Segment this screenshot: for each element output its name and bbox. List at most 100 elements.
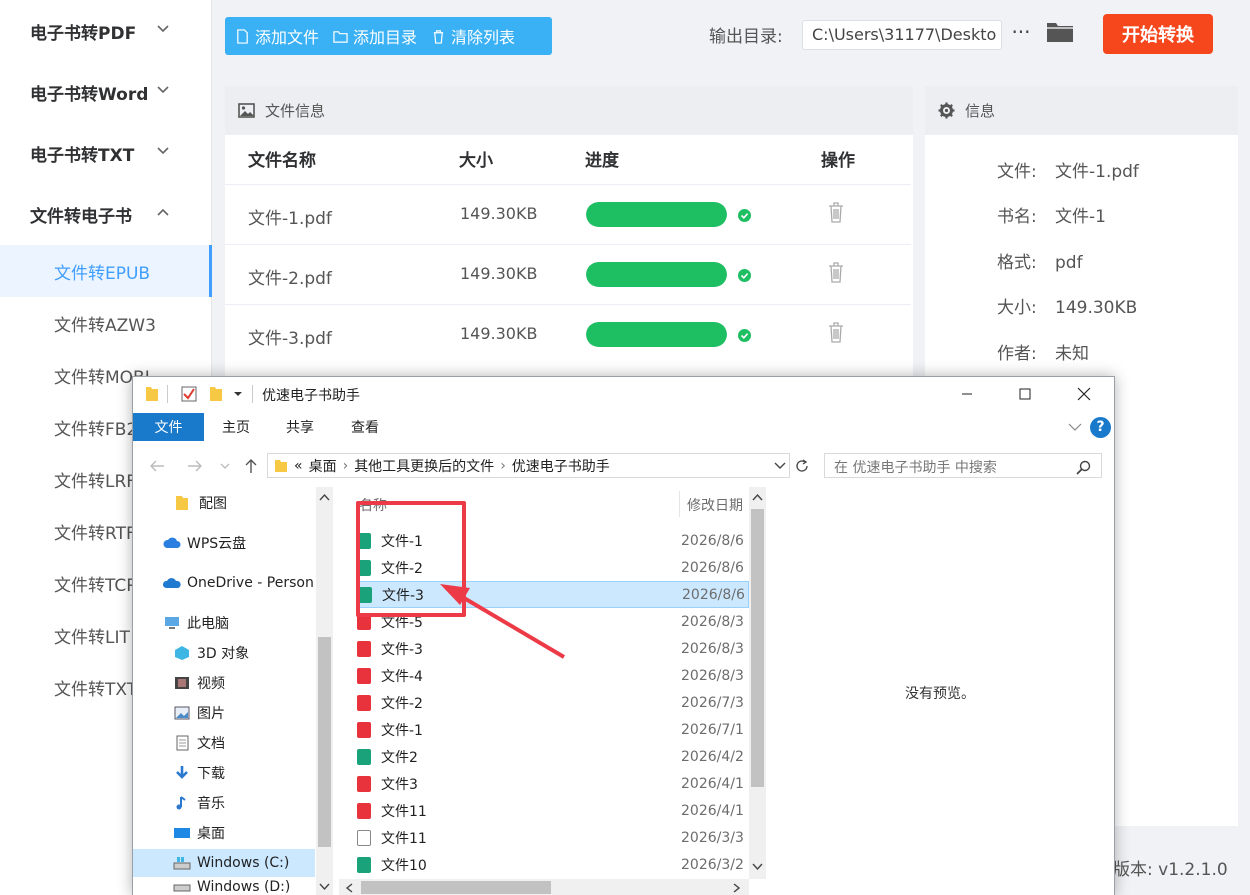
- breadcrumb-separator: ›: [342, 457, 349, 474]
- file-list-item[interactable]: 文件11 2026/3/3: [357, 824, 749, 851]
- menu-group-ebook-to-pdf[interactable]: 电子书转PDF: [0, 1, 212, 61]
- nav-item-3d-objects[interactable]: 3D 对象: [173, 639, 249, 667]
- info-key: 书名:: [997, 207, 1037, 227]
- menu-group-label: 电子书转PDF: [30, 23, 137, 44]
- help-icon[interactable]: ?: [1090, 417, 1111, 438]
- menu-group-ebook-to-word[interactable]: 电子书转Word: [0, 62, 212, 122]
- address-bar[interactable]: « 桌面 › 其他工具更换后的文件 › 优速电子书助手: [267, 453, 790, 478]
- breadcrumb-current[interactable]: 优速电子书助手: [512, 456, 610, 476]
- open-folder-icon[interactable]: [1046, 20, 1074, 44]
- search-input[interactable]: 在 优速电子书助手 中搜索: [824, 453, 1102, 478]
- nav-item-peitu[interactable]: 配图: [175, 489, 227, 517]
- up-arrow-icon[interactable]: [244, 458, 258, 474]
- sidebar-item-azw3[interactable]: 文件转AZW3: [0, 297, 212, 349]
- scroll-down-icon[interactable]: [319, 883, 330, 891]
- scroll-thumb[interactable]: [361, 881, 551, 894]
- file-list-item[interactable]: 文件-1 2026/7/1: [357, 716, 749, 743]
- table-row[interactable]: 文件-1.pdf 149.30KB: [225, 184, 911, 244]
- maximize-icon: [1019, 388, 1031, 400]
- nav-item-drive-d[interactable]: Windows (D:): [173, 879, 290, 895]
- forward-arrow-icon[interactable]: [187, 459, 203, 473]
- delete-icon[interactable]: [827, 261, 845, 283]
- maximize-button[interactable]: [1002, 381, 1048, 407]
- progress-bar: [586, 322, 727, 347]
- nav-item-videos[interactable]: 视频: [173, 669, 225, 697]
- nav-item-this-pc[interactable]: 此电脑: [163, 609, 229, 637]
- breadcrumb-other-tools[interactable]: 其他工具更换后的文件: [354, 456, 494, 476]
- nav-label: Windows (C:): [197, 855, 290, 871]
- menu-group-file-to-ebook[interactable]: 文件转电子书: [0, 184, 212, 244]
- nav-item-downloads[interactable]: 下载: [173, 759, 225, 787]
- close-button[interactable]: [1061, 381, 1107, 407]
- scroll-down-icon[interactable]: [752, 863, 763, 871]
- quick-access-dropdown-icon[interactable]: [233, 390, 243, 398]
- refresh-icon[interactable]: [794, 458, 810, 474]
- breadcrumb-overflow[interactable]: «: [294, 458, 303, 474]
- file-list-date: 2026/4/2: [681, 748, 744, 765]
- file-list-item[interactable]: 文件-2 2026/7/3: [357, 689, 749, 716]
- scroll-up-icon[interactable]: [319, 493, 330, 501]
- breadcrumb-desktop[interactable]: 桌面: [309, 456, 337, 476]
- chevron-down-icon: [157, 25, 169, 33]
- delete-icon[interactable]: [827, 201, 845, 223]
- file-list-item[interactable]: 文件11 2026/4/1: [357, 797, 749, 824]
- navigation-scrollbar[interactable]: [316, 487, 333, 895]
- nav-item-drive-c[interactable]: Windows (C:): [133, 849, 315, 877]
- menu-group-label: 电子书转TXT: [30, 145, 135, 166]
- sidebar-item-epub[interactable]: 文件转EPUB: [0, 245, 212, 297]
- info-row-size: 大小: 149.30KB: [997, 293, 1137, 318]
- nav-item-pictures[interactable]: 图片: [173, 699, 225, 727]
- browse-more-button[interactable]: ···: [1010, 20, 1032, 48]
- address-dropdown-icon[interactable]: [774, 461, 786, 471]
- start-convert-button[interactable]: 开始转换: [1103, 14, 1213, 54]
- file-list-item[interactable]: 文件3 2026/4/1: [357, 770, 749, 797]
- search-icon[interactable]: [1076, 460, 1091, 475]
- table-row[interactable]: 文件-2.pdf 149.30KB: [225, 244, 911, 304]
- trash-icon: [433, 29, 444, 44]
- file-list-scrollbar[interactable]: [749, 487, 766, 879]
- pictures-icon: [174, 706, 190, 720]
- tab-file[interactable]: 文件: [133, 413, 204, 441]
- add-directory-label: 添加目录: [353, 28, 418, 47]
- file-info-panel: 文件信息 文件名称 大小 进度 操作 文件-1.pdf 149.30KB 文件-…: [225, 86, 913, 386]
- breadcrumb-separator: ›: [500, 457, 506, 474]
- nav-item-desktop[interactable]: 桌面: [173, 819, 225, 847]
- nav-item-onedrive[interactable]: OneDrive - Person: [163, 569, 314, 597]
- add-file-button[interactable]: 添加文件: [235, 24, 319, 48]
- check-circle-icon: [738, 209, 751, 222]
- output-directory-input[interactable]: C:\Users\31177\Deskto: [802, 20, 1002, 50]
- scroll-thumb[interactable]: [318, 637, 331, 847]
- scroll-left-icon[interactable]: [345, 883, 353, 893]
- recent-locations-icon[interactable]: [220, 462, 230, 470]
- add-directory-button[interactable]: 添加目录: [333, 24, 417, 48]
- pdf-file-icon: [357, 694, 371, 711]
- info-row-title: 书名: 文件-1: [997, 202, 1106, 227]
- column-header-date[interactable]: 修改日期: [687, 495, 743, 515]
- scroll-thumb[interactable]: [751, 509, 764, 787]
- chevron-down-icon[interactable]: [1068, 422, 1082, 432]
- scroll-up-icon[interactable]: [752, 493, 763, 501]
- file-list-item[interactable]: 文件2 2026/4/2: [357, 743, 749, 770]
- clear-list-button[interactable]: 清除列表: [431, 24, 515, 48]
- info-key: 文件:: [997, 162, 1037, 182]
- nav-item-wps-cloud[interactable]: WPS云盘: [163, 529, 246, 557]
- properties-icon[interactable]: [181, 386, 197, 402]
- 3d-objects-icon: [175, 646, 189, 660]
- table-row[interactable]: 文件-3.pdf 149.30KB: [225, 304, 911, 364]
- tab-home[interactable]: 主页: [206, 413, 266, 441]
- file-list-item[interactable]: 文件10 2026/3/2: [357, 851, 749, 878]
- menu-group-ebook-to-txt[interactable]: 电子书转TXT: [0, 123, 212, 183]
- tab-share[interactable]: 共享: [270, 413, 330, 441]
- minimize-button[interactable]: [944, 381, 990, 407]
- scroll-right-icon[interactable]: [733, 883, 741, 893]
- nav-label: 桌面: [197, 826, 225, 842]
- clear-list-label: 清除列表: [451, 28, 516, 47]
- file-list-date: 2026/8/6: [681, 559, 744, 576]
- back-arrow-icon[interactable]: [149, 459, 165, 473]
- file-list-horizontal-scrollbar[interactable]: [339, 879, 749, 895]
- delete-icon[interactable]: [827, 321, 845, 343]
- nav-item-documents[interactable]: 文档: [173, 729, 225, 757]
- nav-item-music[interactable]: 音乐: [173, 789, 225, 817]
- tab-view[interactable]: 查看: [335, 413, 395, 441]
- new-folder-icon[interactable]: [209, 386, 223, 402]
